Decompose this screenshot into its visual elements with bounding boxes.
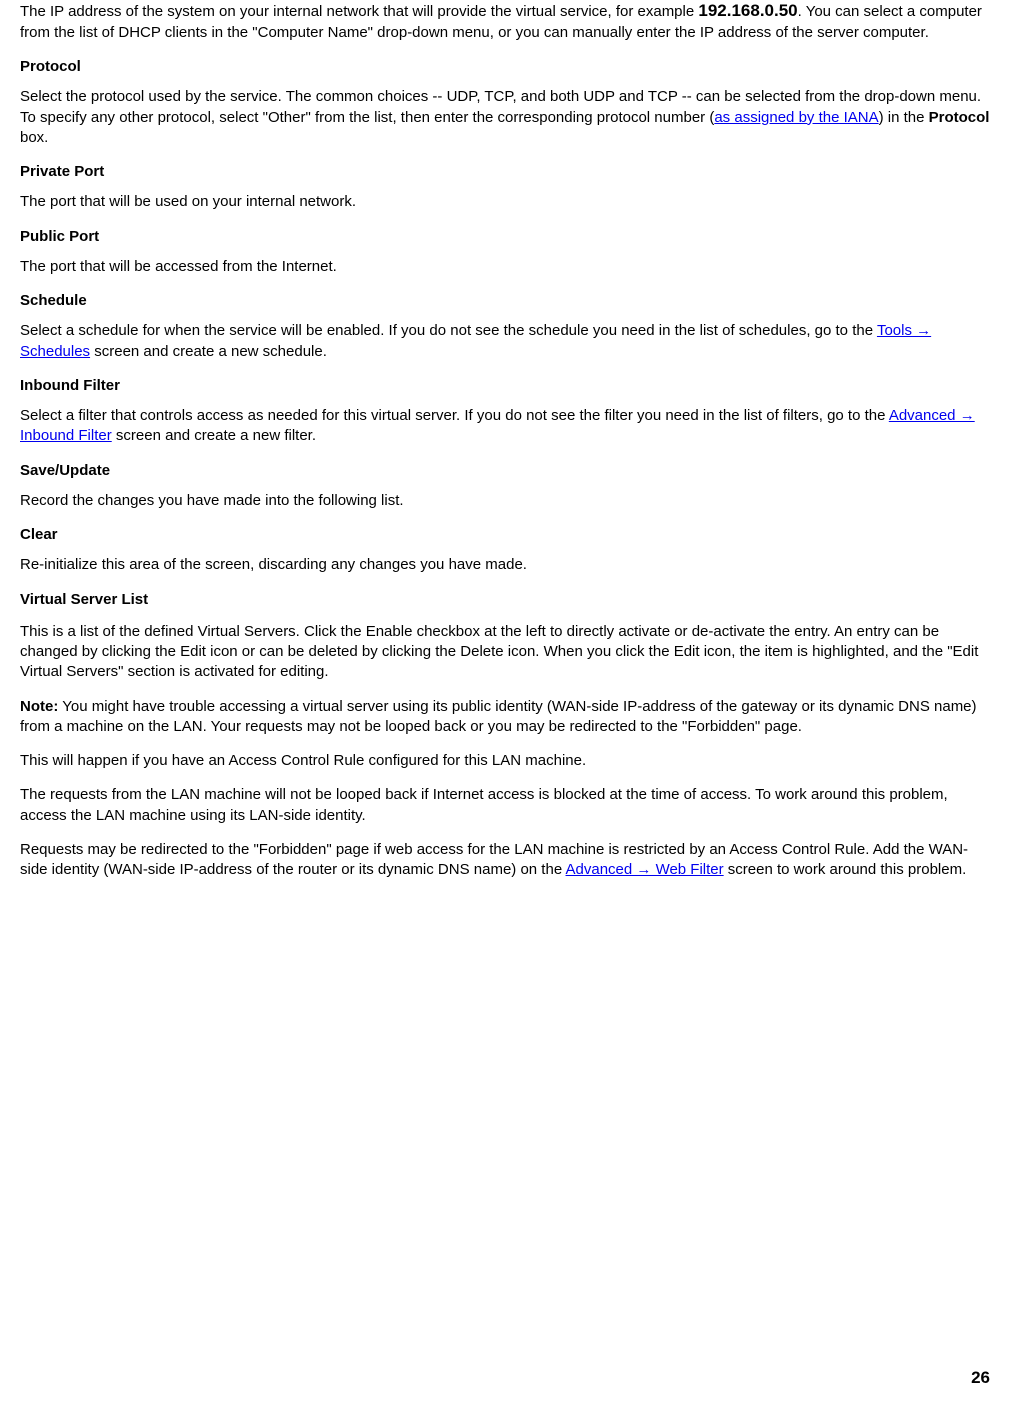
note-p1: Note: You might have trouble accessing a…	[20, 697, 990, 738]
protocol-description: Select the protocol used by the service.…	[20, 87, 990, 148]
note-p3: The requests from the LAN machine will n…	[20, 785, 990, 826]
public-port-term: Public Port	[20, 227, 990, 247]
schedule-term: Schedule	[20, 291, 990, 311]
advanced-web-filter-link[interactable]: Advanced → Web Filter	[566, 861, 724, 878]
ip-desc-a: The IP address of the system on your int…	[20, 3, 698, 20]
virtual-server-list-description: This is a list of the defined Virtual Se…	[20, 622, 990, 683]
iana-link[interactable]: as assigned by the IANA	[714, 109, 878, 126]
private-port-description: The port that will be used on your inter…	[20, 192, 990, 212]
ip-address-value: 192.168.0.50	[698, 1, 797, 20]
note-p2: This will happen if you have an Access C…	[20, 751, 990, 771]
protocol-desc-c: box.	[20, 129, 48, 146]
private-port-term: Private Port	[20, 162, 990, 182]
protocol-desc-b: ) in the	[879, 109, 929, 126]
inbound-filter-term: Inbound Filter	[20, 376, 990, 396]
clear-term: Clear	[20, 525, 990, 545]
page-number: 26	[971, 1367, 990, 1390]
inbound-desc-b: screen and create a new filter.	[112, 427, 316, 444]
note-p1-text: You might have trouble accessing a virtu…	[20, 698, 977, 735]
note-p4: Requests may be redirected to the "Forbi…	[20, 840, 990, 881]
protocol-bold: Protocol	[929, 109, 990, 126]
schedule-desc-b: screen and create a new schedule.	[90, 343, 327, 360]
save-update-term: Save/Update	[20, 461, 990, 481]
note-p4-b: screen to work around this problem.	[724, 861, 967, 878]
public-port-description: The port that will be accessed from the …	[20, 257, 990, 277]
inbound-desc-a: Select a filter that controls access as …	[20, 407, 889, 424]
schedule-description: Select a schedule for when the service w…	[20, 321, 990, 362]
inbound-filter-description: Select a filter that controls access as …	[20, 406, 990, 447]
protocol-term: Protocol	[20, 57, 990, 77]
schedule-desc-a: Select a schedule for when the service w…	[20, 322, 877, 339]
note-label: Note:	[20, 698, 58, 715]
ip-address-description: The IP address of the system on your int…	[20, 0, 990, 43]
virtual-server-list-header: Virtual Server List	[20, 590, 990, 610]
clear-description: Re-initialize this area of the screen, d…	[20, 555, 990, 575]
save-update-description: Record the changes you have made into th…	[20, 491, 990, 511]
